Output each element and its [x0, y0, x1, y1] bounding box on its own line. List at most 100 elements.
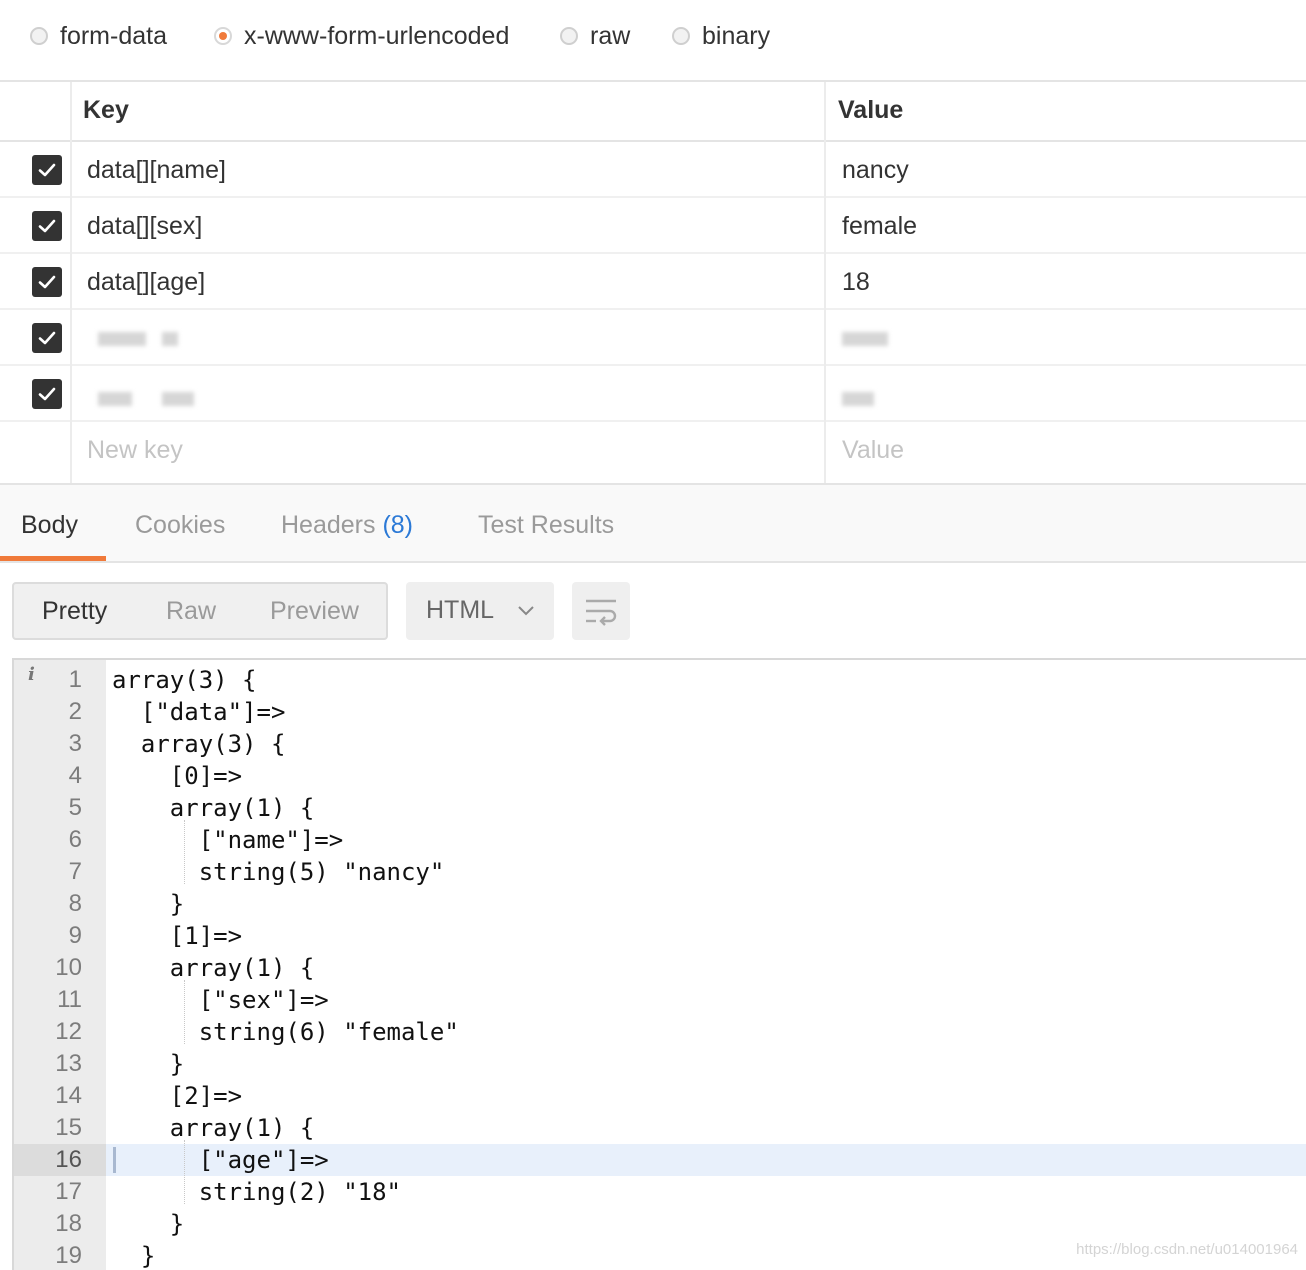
param-row-redacted — [0, 366, 1306, 422]
param-row: data[][name] nancy — [0, 142, 1306, 198]
wrap-lines-icon — [586, 599, 617, 626]
checkmark-icon — [38, 163, 56, 177]
code-line: 2 ["data"]=> — [14, 696, 1306, 728]
watermark: https://blog.csdn.net/u014001964 — [1076, 1241, 1298, 1258]
checkmark-icon — [38, 275, 56, 289]
line-number: 19 — [55, 1242, 82, 1269]
param-row: data[][age] 18 — [0, 254, 1306, 310]
line-number: 8 — [68, 890, 82, 917]
code-line: 18 } — [14, 1208, 1306, 1240]
param-checkbox[interactable] — [32, 379, 62, 409]
checkmark-icon — [38, 331, 56, 345]
radio-label: form-data — [60, 21, 167, 50]
line-number: 2 — [68, 698, 82, 725]
code-line: 11 ["sex"]=> — [14, 984, 1306, 1016]
line-number: 6 — [68, 826, 82, 853]
text-cursor — [113, 1147, 116, 1173]
indent-guide — [184, 1140, 185, 1204]
radio-x-www-form-urlencoded[interactable]: x-www-form-urlencoded — [214, 18, 509, 54]
radio-label: raw — [590, 21, 631, 50]
code-line: 8 } — [14, 888, 1306, 920]
tab-headers[interactable]: Headers (8) — [281, 511, 413, 540]
code-text: ["name"]=> — [112, 826, 344, 854]
body-type-selector: form-data x-www-form-urlencoded raw bina… — [0, 0, 1306, 80]
view-raw-button[interactable]: Raw — [166, 597, 216, 626]
redacted-value — [842, 392, 874, 406]
code-text: array(3) { — [112, 730, 286, 758]
param-checkbox[interactable] — [32, 211, 62, 241]
param-checkbox[interactable] — [32, 155, 62, 185]
radio-binary[interactable]: binary — [672, 18, 770, 54]
view-preview-button[interactable]: Preview — [270, 597, 359, 626]
column-divider — [824, 82, 826, 483]
line-number: 5 — [68, 794, 82, 821]
code-text: [2]=> — [112, 1082, 243, 1110]
wrap-lines-button[interactable] — [572, 582, 630, 640]
redacted-key — [162, 392, 194, 406]
tab-headers-label: Headers — [281, 511, 376, 539]
code-text: string(2) "18" — [112, 1178, 401, 1206]
indent-guide — [184, 980, 185, 1044]
line-number: 13 — [55, 1050, 82, 1077]
line-number: 3 — [68, 730, 82, 757]
code-line: 1 array(3) { — [14, 664, 1306, 696]
code-text: } — [112, 1210, 185, 1238]
format-dropdown[interactable]: HTML — [406, 582, 554, 640]
line-number: 15 — [55, 1114, 82, 1141]
view-pretty-button[interactable]: Pretty — [42, 597, 107, 626]
radio-dot — [560, 27, 578, 45]
response-code-editor[interactable]: 1 array(3) {2 ["data"]=> 3 array(3) {4 [0]… — [12, 658, 1306, 1270]
code-line: 7 string(5) "nancy" — [14, 856, 1306, 888]
param-key[interactable]: data[][sex] — [87, 212, 202, 241]
tab-body[interactable]: Body — [21, 511, 78, 540]
tab-test-results[interactable]: Test Results — [478, 511, 614, 540]
line-number: 17 — [55, 1178, 82, 1205]
radio-raw[interactable]: raw — [560, 18, 630, 54]
code-text: ["age"]=> — [112, 1146, 329, 1174]
code-text: [0]=> — [112, 762, 243, 790]
format-dropdown-label: HTML — [426, 596, 495, 624]
info-icon: i — [28, 664, 35, 685]
code-text: ["sex"]=> — [112, 986, 329, 1014]
code-line: 6 ["name"]=> — [14, 824, 1306, 856]
code-line: 13 } — [14, 1048, 1306, 1080]
code-line: 3 array(3) { — [14, 728, 1306, 760]
code-line: 16 ["age"]=> — [14, 1144, 1306, 1176]
line-number: 18 — [55, 1210, 82, 1237]
radio-dot-selected — [214, 27, 232, 45]
code-line: 9 [1]=> — [14, 920, 1306, 952]
param-checkbox[interactable] — [32, 267, 62, 297]
radio-form-data[interactable]: form-data — [30, 18, 167, 54]
line-number: 11 — [57, 986, 82, 1013]
param-checkbox[interactable] — [32, 323, 62, 353]
code-text: array(1) { — [112, 794, 315, 822]
line-number: 10 — [55, 954, 82, 981]
param-key[interactable]: data[][name] — [87, 156, 226, 185]
radio-dot — [672, 27, 690, 45]
indent-guide — [184, 820, 185, 884]
param-key[interactable]: data[][age] — [87, 268, 205, 297]
line-number: 12 — [55, 1018, 82, 1045]
response-tabs: Body Cookies Headers (8) Test Results — [0, 485, 1306, 563]
new-key-input[interactable]: New key — [87, 436, 183, 465]
tab-cookies[interactable]: Cookies — [135, 511, 225, 540]
value-column-header: Value — [838, 96, 904, 124]
headers-count-badge: (8) — [382, 511, 414, 539]
code-line: 5 array(1) { — [14, 792, 1306, 824]
params-table-header: Key Value — [0, 82, 1306, 142]
param-value[interactable]: female — [842, 212, 917, 241]
new-value-input[interactable]: Value — [842, 436, 904, 465]
param-row-redacted — [0, 310, 1306, 366]
param-value[interactable]: 18 — [842, 268, 870, 297]
line-number: 9 — [68, 922, 82, 949]
code-text: string(6) "female" — [112, 1018, 459, 1046]
new-param-row: New key Value — [0, 422, 1306, 478]
code-text: array(1) { — [112, 1114, 315, 1142]
param-value[interactable]: nancy — [842, 156, 909, 185]
code-text: ["data"]=> — [112, 698, 286, 726]
code-line: 10 array(1) { — [14, 952, 1306, 984]
active-tab-indicator — [0, 556, 106, 561]
chevron-down-icon — [518, 606, 534, 616]
code-text: string(5) "nancy" — [112, 858, 445, 886]
code-line: 4 [0]=> — [14, 760, 1306, 792]
